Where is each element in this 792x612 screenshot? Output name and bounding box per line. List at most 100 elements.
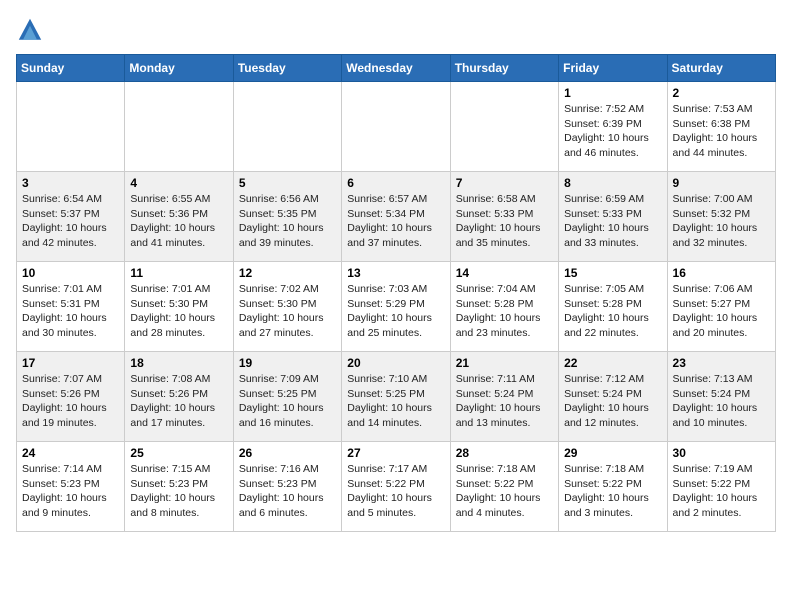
day-number: 19 (239, 356, 336, 370)
weekday-header-wednesday: Wednesday (342, 55, 450, 82)
calendar-cell: 9 Sunrise: 7:00 AM Sunset: 5:32 PM Daylig… (667, 172, 775, 262)
day-info: Sunrise: 6:58 AM Sunset: 5:33 PM Dayligh… (456, 192, 553, 251)
day-number: 29 (564, 446, 661, 460)
day-number: 28 (456, 446, 553, 460)
day-number: 5 (239, 176, 336, 190)
day-number: 27 (347, 446, 444, 460)
day-info: Sunrise: 7:19 AM Sunset: 5:22 PM Dayligh… (673, 462, 770, 521)
day-info: Sunrise: 7:18 AM Sunset: 5:22 PM Dayligh… (564, 462, 661, 521)
calendar-cell: 15 Sunrise: 7:05 AM Sunset: 5:28 PM Dayli… (559, 262, 667, 352)
weekday-header-sunday: Sunday (17, 55, 125, 82)
calendar-cell: 21 Sunrise: 7:11 AM Sunset: 5:24 PM Dayli… (450, 352, 558, 442)
day-number: 21 (456, 356, 553, 370)
day-info: Sunrise: 7:17 AM Sunset: 5:22 PM Dayligh… (347, 462, 444, 521)
calendar-cell: 29 Sunrise: 7:18 AM Sunset: 5:22 PM Dayli… (559, 442, 667, 532)
calendar-cell: 1 Sunrise: 7:52 AM Sunset: 6:39 PM Daylig… (559, 82, 667, 172)
calendar-cell: 26 Sunrise: 7:16 AM Sunset: 5:23 PM Dayli… (233, 442, 341, 532)
calendar-cell: 2 Sunrise: 7:53 AM Sunset: 6:38 PM Daylig… (667, 82, 775, 172)
day-info: Sunrise: 7:53 AM Sunset: 6:38 PM Dayligh… (673, 102, 770, 161)
day-number: 11 (130, 266, 227, 280)
calendar-cell: 10 Sunrise: 7:01 AM Sunset: 5:31 PM Dayli… (17, 262, 125, 352)
day-info: Sunrise: 7:05 AM Sunset: 5:28 PM Dayligh… (564, 282, 661, 341)
calendar-cell: 23 Sunrise: 7:13 AM Sunset: 5:24 PM Dayli… (667, 352, 775, 442)
calendar-cell (233, 82, 341, 172)
calendar-cell (17, 82, 125, 172)
calendar-cell: 30 Sunrise: 7:19 AM Sunset: 5:22 PM Dayli… (667, 442, 775, 532)
day-info: Sunrise: 7:11 AM Sunset: 5:24 PM Dayligh… (456, 372, 553, 431)
calendar-cell: 11 Sunrise: 7:01 AM Sunset: 5:30 PM Dayli… (125, 262, 233, 352)
calendar-cell: 20Sunrise: 7:10 AM Sunset: 5:25 PM Dayli… (342, 352, 450, 442)
calendar-table: SundayMondayTuesdayWednesdayThursdayFrid… (16, 54, 776, 532)
day-info: Sunrise: 7:16 AM Sunset: 5:23 PM Dayligh… (239, 462, 336, 521)
day-info: Sunrise: 7:18 AM Sunset: 5:22 PM Dayligh… (456, 462, 553, 521)
calendar-cell: 28 Sunrise: 7:18 AM Sunset: 5:22 PM Dayli… (450, 442, 558, 532)
day-info: Sunrise: 6:54 AM Sunset: 5:37 PM Dayligh… (22, 192, 119, 251)
weekday-header-monday: Monday (125, 55, 233, 82)
weekday-header-friday: Friday (559, 55, 667, 82)
day-number: 24 (22, 446, 119, 460)
day-number: 23 (673, 356, 770, 370)
day-info: Sunrise: 7:13 AM Sunset: 5:24 PM Dayligh… (673, 372, 770, 431)
day-info: Sunrise: 7:00 AM Sunset: 5:32 PM Dayligh… (673, 192, 770, 251)
day-info: Sunrise: 7:01 AM Sunset: 5:30 PM Dayligh… (130, 282, 227, 341)
weekday-header-saturday: Saturday (667, 55, 775, 82)
logo (16, 16, 48, 44)
calendar-cell: 24Sunrise: 7:14 AM Sunset: 5:23 PM Dayli… (17, 442, 125, 532)
day-info: Sunrise: 6:59 AM Sunset: 5:33 PM Dayligh… (564, 192, 661, 251)
calendar-cell: 17Sunrise: 7:07 AM Sunset: 5:26 PM Dayli… (17, 352, 125, 442)
day-number: 17 (22, 356, 119, 370)
calendar-cell: 8Sunrise: 6:59 AM Sunset: 5:33 PM Daylig… (559, 172, 667, 262)
day-info: Sunrise: 7:01 AM Sunset: 5:31 PM Dayligh… (22, 282, 119, 341)
calendar-cell: 12Sunrise: 7:02 AM Sunset: 5:30 PM Dayli… (233, 262, 341, 352)
day-number: 16 (673, 266, 770, 280)
week-row-1: 1 Sunrise: 7:52 AM Sunset: 6:39 PM Daylig… (17, 82, 776, 172)
day-number: 20 (347, 356, 444, 370)
calendar-cell (125, 82, 233, 172)
day-number: 18 (130, 356, 227, 370)
calendar-cell: 19 Sunrise: 7:09 AM Sunset: 5:25 PM Dayli… (233, 352, 341, 442)
calendar-cell (342, 82, 450, 172)
day-number: 7 (456, 176, 553, 190)
day-info: Sunrise: 6:55 AM Sunset: 5:36 PM Dayligh… (130, 192, 227, 251)
day-info: Sunrise: 7:08 AM Sunset: 5:26 PM Dayligh… (130, 372, 227, 431)
week-row-2: 3 Sunrise: 6:54 AM Sunset: 5:37 PM Daylig… (17, 172, 776, 262)
day-number: 10 (22, 266, 119, 280)
calendar-cell: 18 Sunrise: 7:08 AM Sunset: 5:26 PM Dayli… (125, 352, 233, 442)
calendar-cell: 7 Sunrise: 6:58 AM Sunset: 5:33 PM Daylig… (450, 172, 558, 262)
week-row-4: 17Sunrise: 7:07 AM Sunset: 5:26 PM Dayli… (17, 352, 776, 442)
day-info: Sunrise: 7:15 AM Sunset: 5:23 PM Dayligh… (130, 462, 227, 521)
day-info: Sunrise: 6:57 AM Sunset: 5:34 PM Dayligh… (347, 192, 444, 251)
day-number: 4 (130, 176, 227, 190)
day-number: 30 (673, 446, 770, 460)
calendar-cell: 27 Sunrise: 7:17 AM Sunset: 5:22 PM Dayli… (342, 442, 450, 532)
calendar-cell: 6 Sunrise: 6:57 AM Sunset: 5:34 PM Daylig… (342, 172, 450, 262)
day-number: 9 (673, 176, 770, 190)
calendar-cell: 4 Sunrise: 6:55 AM Sunset: 5:36 PM Daylig… (125, 172, 233, 262)
day-number: 13 (347, 266, 444, 280)
day-info: Sunrise: 7:03 AM Sunset: 5:29 PM Dayligh… (347, 282, 444, 341)
day-number: 6 (347, 176, 444, 190)
day-info: Sunrise: 7:09 AM Sunset: 5:25 PM Dayligh… (239, 372, 336, 431)
day-number: 1 (564, 86, 661, 100)
calendar-cell: 13 Sunrise: 7:03 AM Sunset: 5:29 PM Dayli… (342, 262, 450, 352)
day-number: 3 (22, 176, 119, 190)
day-number: 25 (130, 446, 227, 460)
weekday-header-row: SundayMondayTuesdayWednesdayThursdayFrid… (17, 55, 776, 82)
calendar-cell: 14Sunrise: 7:04 AM Sunset: 5:28 PM Dayli… (450, 262, 558, 352)
page-header (16, 16, 776, 44)
day-number: 12 (239, 266, 336, 280)
day-info: Sunrise: 6:56 AM Sunset: 5:35 PM Dayligh… (239, 192, 336, 251)
weekday-header-thursday: Thursday (450, 55, 558, 82)
week-row-5: 24Sunrise: 7:14 AM Sunset: 5:23 PM Dayli… (17, 442, 776, 532)
day-number: 15 (564, 266, 661, 280)
day-info: Sunrise: 7:04 AM Sunset: 5:28 PM Dayligh… (456, 282, 553, 341)
calendar-cell: 3 Sunrise: 6:54 AM Sunset: 5:37 PM Daylig… (17, 172, 125, 262)
day-info: Sunrise: 7:52 AM Sunset: 6:39 PM Dayligh… (564, 102, 661, 161)
calendar-cell: 25 Sunrise: 7:15 AM Sunset: 5:23 PM Dayli… (125, 442, 233, 532)
day-number: 22 (564, 356, 661, 370)
day-info: Sunrise: 7:12 AM Sunset: 5:24 PM Dayligh… (564, 372, 661, 431)
calendar-cell (450, 82, 558, 172)
day-number: 26 (239, 446, 336, 460)
day-number: 2 (673, 86, 770, 100)
week-row-3: 10 Sunrise: 7:01 AM Sunset: 5:31 PM Dayli… (17, 262, 776, 352)
